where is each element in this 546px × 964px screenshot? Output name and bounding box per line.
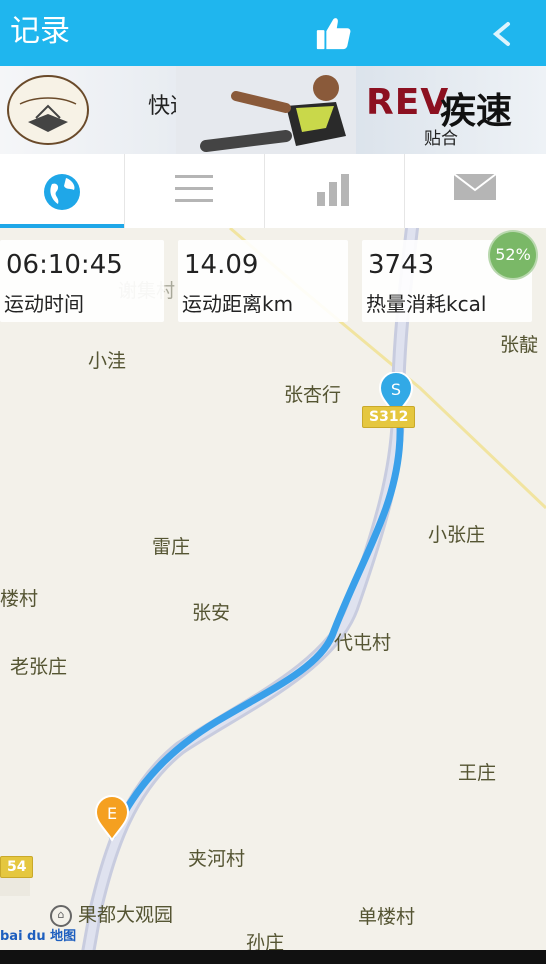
map-attribution: bai du 地图 — [0, 929, 77, 944]
road-tag-54: 54 — [0, 856, 34, 878]
mail-icon — [454, 173, 496, 200]
list-icon — [175, 175, 213, 202]
tab-stats[interactable] — [264, 154, 405, 228]
poi-label[interactable]: ⌂ 果都大观园 — [50, 900, 173, 927]
poi-icon: ⌂ — [50, 904, 72, 927]
end-pin[interactable]: E — [94, 794, 130, 842]
system-bar — [0, 950, 546, 964]
stat-label: 运动时间 — [4, 292, 84, 316]
globe-icon — [44, 174, 80, 210]
route-map[interactable]: S E — [0, 228, 546, 964]
tab-messages[interactable] — [404, 154, 546, 228]
bar-chart-icon — [317, 174, 349, 206]
place-label: 代屯村 — [334, 632, 392, 654]
end-pin-label: E — [107, 804, 117, 823]
place-label: 老张庄 — [10, 656, 68, 678]
banner-text-fit: 贴合 — [424, 129, 458, 149]
place-label: 雷庄 — [152, 536, 191, 558]
map-canvas — [0, 228, 546, 964]
poi-name: 果都大观园 — [78, 904, 174, 926]
place-label: 张靛 — [500, 334, 539, 356]
place-label: 张安 — [192, 602, 231, 624]
ad-banner[interactable]: 快速 REV 疾速 贴合 — [0, 66, 546, 154]
road-tag-s312: S312 — [362, 406, 416, 428]
stat-label: 运动距离km — [182, 292, 294, 316]
progress-badge[interactable]: 52% — [490, 232, 536, 278]
place-label: 夹河村 — [188, 848, 246, 870]
stat-value: 3743 — [368, 250, 435, 280]
page-title: 记录 — [10, 14, 70, 49]
tab-list[interactable] — [124, 154, 265, 228]
tab-bar — [0, 154, 546, 229]
place-label: 楼村 — [0, 588, 39, 610]
back-arrow-icon[interactable] — [488, 20, 518, 48]
osprey-logo — [7, 75, 89, 145]
banner-text-rev: REV — [366, 82, 450, 123]
tab-map[interactable] — [0, 154, 125, 228]
thumbs-up-icon[interactable] — [314, 14, 352, 52]
place-label: 小洼 — [88, 350, 127, 372]
stat-value: 06:10:45 — [6, 250, 123, 280]
place-label: 单楼村 — [358, 906, 416, 928]
place-label: 张杏行 — [284, 384, 342, 406]
stat-label: 热量消耗kcal — [366, 292, 487, 316]
stat-card-time: 06:10:45 运动时间 — [0, 240, 164, 322]
stat-value: 14.09 — [184, 250, 259, 280]
stat-card-distance: 14.09 运动距离km — [178, 240, 348, 322]
runner-image — [176, 66, 356, 154]
place-label: 王庄 — [458, 762, 497, 784]
place-label: 小张庄 — [428, 524, 486, 546]
start-pin-label: S — [391, 380, 401, 399]
top-bar: 记录 — [0, 0, 546, 66]
